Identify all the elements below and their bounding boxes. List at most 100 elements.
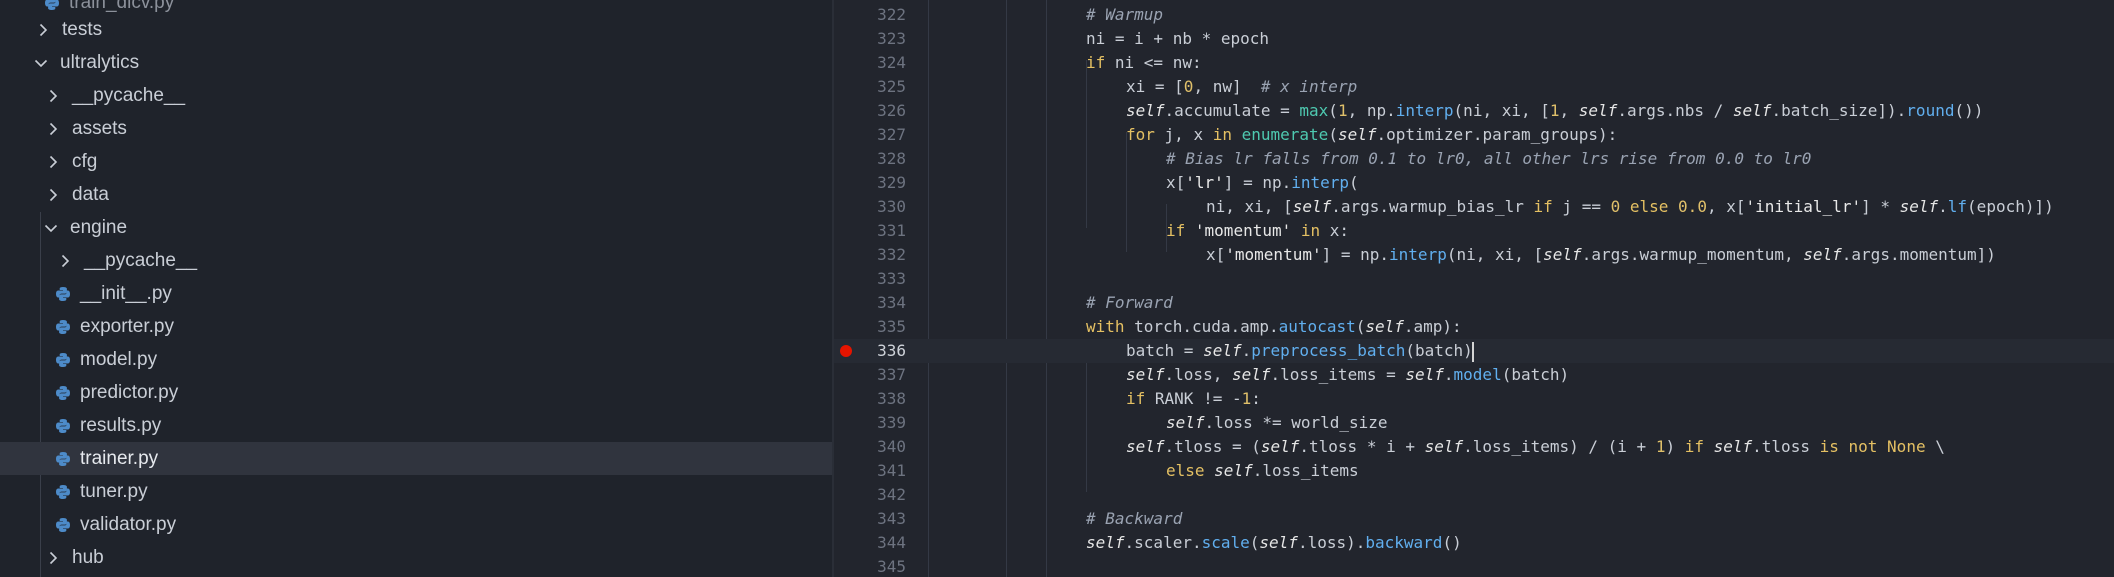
code-line[interactable]: 341 else self.loss_items bbox=[834, 459, 2114, 483]
code-line[interactable]: 326 self.accumulate = max(1, np.interp(ni… bbox=[834, 99, 2114, 123]
python-file-icon bbox=[55, 451, 71, 467]
code-text: # Forward bbox=[1086, 293, 1173, 312]
line-number[interactable]: 322 bbox=[852, 3, 906, 27]
tree-item-label: __pycache__ bbox=[72, 84, 186, 106]
tree-item-label: train_dicv.py bbox=[69, 0, 175, 13]
code-line[interactable]: 333 bbox=[834, 267, 2114, 291]
tree-item-label: validator.py bbox=[80, 513, 177, 535]
python-file-icon bbox=[55, 517, 71, 533]
line-number[interactable]: 339 bbox=[852, 411, 906, 435]
code-line[interactable]: 339 self.loss *= world_size bbox=[834, 411, 2114, 435]
tree-item-predictor-py[interactable]: predictor.py bbox=[0, 376, 832, 409]
code-text: batch = self.preprocess_batch(batch) bbox=[1126, 341, 1474, 362]
tree-item-tests[interactable]: tests bbox=[0, 13, 832, 46]
tree-item-hub[interactable]: hub bbox=[0, 541, 832, 574]
code-text: else self.loss_items bbox=[1166, 461, 1359, 480]
line-number[interactable]: 327 bbox=[852, 123, 906, 147]
tree-item-label: __pycache__ bbox=[84, 249, 198, 271]
code-line[interactable]: 329 x['lr'] = np.interp( bbox=[834, 171, 2114, 195]
code-line[interactable]: 328 # Bias lr falls from 0.1 to lr0, all … bbox=[834, 147, 2114, 171]
line-number[interactable]: 330 bbox=[852, 195, 906, 219]
tree-item-label: predictor.py bbox=[80, 381, 179, 403]
code-line[interactable]: 334 # Forward bbox=[834, 291, 2114, 315]
code-line[interactable]: 322 # Warmup bbox=[834, 3, 2114, 27]
code-line[interactable]: 340 self.tloss = (self.tloss * i + self.l… bbox=[834, 435, 2114, 459]
tree-item-label: exporter.py bbox=[80, 315, 174, 337]
code-text: # Bias lr falls from 0.1 to lr0, all oth… bbox=[1166, 149, 1812, 168]
code-line[interactable]: 332 x['momentum'] = np.interp(ni, xi, [se… bbox=[834, 243, 2114, 267]
code-line[interactable]: 336 batch = self.preprocess_batch(batch) bbox=[834, 339, 2114, 363]
code-text: ni = i + nb * epoch bbox=[1086, 29, 1270, 48]
code-line[interactable]: 331 if 'momentum' in x: bbox=[834, 219, 2114, 243]
tree-item-label: results.py bbox=[80, 414, 162, 436]
code-text: # Backward bbox=[1086, 509, 1183, 528]
line-number[interactable]: 337 bbox=[852, 363, 906, 387]
code-line[interactable]: 327 for j, x in enumerate(self.optimizer.… bbox=[834, 123, 2114, 147]
line-number[interactable]: 336 bbox=[852, 339, 906, 363]
line-number[interactable]: 334 bbox=[852, 291, 906, 315]
tree-item-validator-py[interactable]: validator.py bbox=[0, 508, 832, 541]
line-number[interactable]: 343 bbox=[852, 507, 906, 531]
line-number[interactable]: 332 bbox=[852, 243, 906, 267]
tree-item-tuner-py[interactable]: tuner.py bbox=[0, 475, 832, 508]
tree-item-pycache[interactable]: __pycache__ bbox=[0, 79, 832, 112]
code-text: self.loss *= world_size bbox=[1166, 413, 1388, 432]
tree-item-label: hub bbox=[72, 546, 104, 568]
code-text: self.accumulate = max(1, np.interp(ni, x… bbox=[1126, 101, 1984, 120]
code-line[interactable]: 324 if ni <= nw: bbox=[834, 51, 2114, 75]
line-number[interactable]: 326 bbox=[852, 99, 906, 123]
code-text: if 'momentum' in x: bbox=[1166, 221, 1350, 240]
line-number[interactable]: 325 bbox=[852, 75, 906, 99]
python-file-icon bbox=[55, 484, 71, 500]
chevron-right-icon bbox=[36, 23, 50, 37]
line-number[interactable]: 324 bbox=[852, 51, 906, 75]
line-number[interactable]: 345 bbox=[852, 555, 906, 577]
tree-item-assets[interactable]: assets bbox=[0, 112, 832, 145]
python-file-icon bbox=[55, 352, 71, 368]
line-number[interactable]: 331 bbox=[852, 219, 906, 243]
code-line[interactable]: 342 bbox=[834, 483, 2114, 507]
tree-item-results-py[interactable]: results.py bbox=[0, 409, 832, 442]
tree-item-trainer-py[interactable]: trainer.py bbox=[0, 442, 832, 475]
code-editor[interactable]: 322 # Warmup 323 ni = i + nb * epoch 324 if n… bbox=[834, 0, 2114, 577]
line-number[interactable]: 333 bbox=[852, 267, 906, 291]
code-line[interactable]: 344 self.scaler.scale(self.loss).backward… bbox=[834, 531, 2114, 555]
tree-item-ultralytics[interactable]: ultralytics bbox=[0, 46, 832, 79]
code-text: if RANK != -1: bbox=[1126, 389, 1261, 408]
tree-item-model-py[interactable]: model.py bbox=[0, 343, 832, 376]
code-line[interactable]: 323 ni = i + nb * epoch bbox=[834, 27, 2114, 51]
tree-item-data[interactable]: data bbox=[0, 178, 832, 211]
code-text: xi = [0, nw] # x interp bbox=[1126, 77, 1358, 96]
code-line[interactable]: 345 bbox=[834, 555, 2114, 577]
code-line[interactable]: 330 ni, xi, [self.args.warmup_bias_lr if … bbox=[834, 195, 2114, 219]
code-line[interactable]: 335 with torch.cuda.amp.autocast(self.amp… bbox=[834, 315, 2114, 339]
code-line[interactable]: 343 # Backward bbox=[834, 507, 2114, 531]
code-line[interactable]: 338 if RANK != -1: bbox=[834, 387, 2114, 411]
tree-item-init-py[interactable]: __init__.py bbox=[0, 277, 832, 310]
line-number[interactable]: 341 bbox=[852, 459, 906, 483]
text-cursor bbox=[1471, 341, 1474, 362]
line-number[interactable]: 340 bbox=[852, 435, 906, 459]
code-text: ni, xi, [self.args.warmup_bias_lr if j =… bbox=[1206, 197, 2054, 216]
line-number[interactable]: 323 bbox=[852, 27, 906, 51]
line-number[interactable]: 328 bbox=[852, 147, 906, 171]
tree-item-exporter-py[interactable]: exporter.py bbox=[0, 310, 832, 343]
python-file-icon bbox=[55, 319, 71, 335]
line-number[interactable]: 335 bbox=[852, 315, 906, 339]
line-number[interactable]: 338 bbox=[852, 387, 906, 411]
file-explorer: train_dicv.py tests ultralytics __pycach… bbox=[0, 0, 832, 577]
tree-item-engine[interactable]: engine bbox=[0, 211, 832, 244]
chevron-down-icon bbox=[44, 221, 58, 235]
line-number[interactable]: 329 bbox=[852, 171, 906, 195]
line-number[interactable]: 344 bbox=[852, 531, 906, 555]
python-file-icon bbox=[55, 385, 71, 401]
breakpoint-icon[interactable] bbox=[840, 345, 852, 357]
tree-item-cfg[interactable]: cfg bbox=[0, 145, 832, 178]
code-line[interactable]: 325 xi = [0, nw] # x interp bbox=[834, 75, 2114, 99]
code-line[interactable]: 337 self.loss, self.loss_items = self.mod… bbox=[834, 363, 2114, 387]
code-text: x['lr'] = np.interp( bbox=[1166, 173, 1359, 192]
tree-item-engine-pycache[interactable]: __pycache__ bbox=[0, 244, 832, 277]
tree-item-label: model.py bbox=[80, 348, 158, 370]
line-number[interactable]: 342 bbox=[852, 483, 906, 507]
chevron-right-icon bbox=[58, 254, 72, 268]
